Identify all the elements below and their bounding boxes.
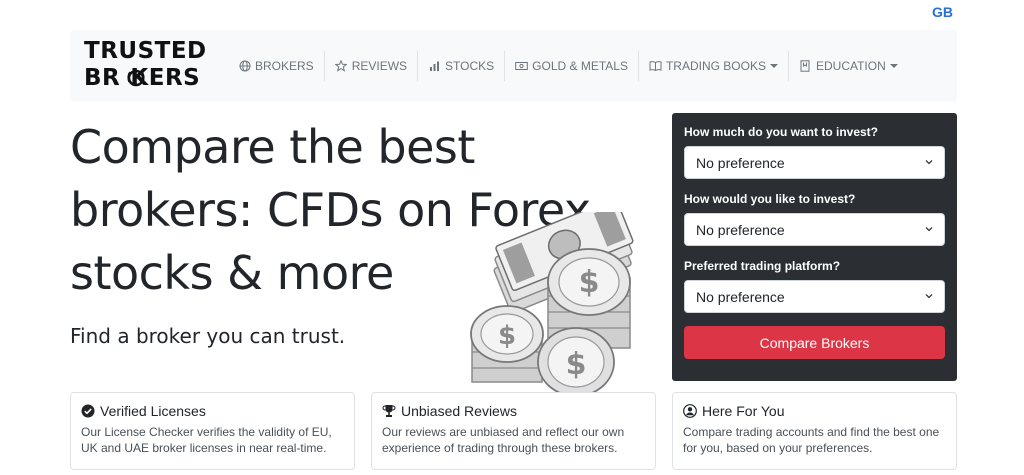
feature-card-unbiased-reviews: Unbiased Reviews Our reviews are unbiase… — [371, 392, 656, 470]
site-logo[interactable]: TRUSTED BR KERS — [82, 30, 232, 102]
nav-item-label: TRADING BOOKS — [665, 59, 766, 73]
hero-subtitle: Find a broker you can trust. — [70, 324, 346, 348]
svg-text:$: $ — [498, 321, 516, 351]
broker-finder-panel: How much do you want to invest? No prefe… — [672, 113, 957, 381]
nav-item-label: STOCKS — [445, 59, 495, 73]
invest-method-label: How would you like to invest? — [684, 192, 856, 206]
feature-title-text: Unbiased Reviews — [401, 403, 517, 419]
nav-item-reviews[interactable]: REVIEWS — [325, 51, 419, 81]
svg-text:$: $ — [579, 265, 600, 300]
nav-item-label: EDUCATION — [815, 59, 886, 73]
banknote-icon — [515, 60, 528, 73]
book-icon — [649, 60, 662, 73]
nav-item-label: BROKERS — [255, 59, 314, 73]
nav-item-label: REVIEWS — [351, 59, 408, 73]
nav-item-education[interactable]: EDUCATION — [789, 51, 908, 81]
nav-menu: BROKERS REVIEWS STOCKS GOLD & METALS TRA… — [228, 30, 908, 102]
select-value: No preference — [696, 155, 785, 171]
chevron-down-icon — [889, 64, 898, 68]
main-navbar: TRUSTED BR KERS BROKERS REVIEWS STOCKS G… — [70, 30, 957, 102]
nav-item-label: GOLD & METALS — [532, 59, 628, 73]
money-stack-illustration: $ $ $ — [470, 212, 634, 397]
feature-title: Verified Licenses — [81, 403, 344, 419]
check-circle-icon — [81, 404, 95, 418]
chevron-down-icon — [925, 294, 933, 299]
bar-chart-icon — [428, 60, 441, 73]
feature-title-text: Here For You — [702, 403, 785, 419]
trading-platform-select[interactable]: No preference — [684, 280, 945, 313]
select-value: No preference — [696, 222, 785, 238]
feature-body: Our reviews are unbiased and reflect our… — [382, 425, 625, 455]
invest-amount-label: How much do you want to invest? — [684, 125, 879, 139]
trophy-icon — [382, 404, 396, 418]
select-value: No preference — [696, 289, 785, 305]
feature-title: Unbiased Reviews — [382, 403, 645, 419]
person-circle-icon — [683, 404, 697, 418]
locale-selector[interactable]: GB — [932, 4, 953, 20]
laurel-icon — [127, 69, 145, 87]
chevron-down-icon — [769, 64, 778, 68]
compare-brokers-button[interactable]: Compare Brokers — [684, 326, 945, 359]
nav-item-brokers[interactable]: BROKERS — [228, 51, 325, 81]
trading-platform-label: Preferred trading platform? — [684, 259, 841, 273]
feature-body: Our License Checker verifies the validit… — [81, 425, 332, 455]
logo-line-1: TRUSTED — [84, 38, 207, 64]
bookmark-icon — [799, 60, 812, 73]
coin-icon: $ — [537, 327, 615, 397]
invest-amount-select[interactable]: No preference — [684, 146, 945, 179]
chevron-down-icon — [925, 227, 933, 232]
globe-icon — [238, 60, 251, 73]
nav-item-stocks[interactable]: STOCKS — [418, 51, 506, 81]
nav-item-trading-books[interactable]: TRADING BOOKS — [639, 51, 789, 81]
chevron-down-icon — [925, 160, 933, 165]
coin-stack-icon: $ — [470, 305, 544, 383]
svg-text:$: $ — [566, 347, 587, 382]
feature-title: Here For You — [683, 403, 946, 419]
feature-body: Compare trading accounts and find the be… — [683, 425, 940, 455]
feature-title-text: Verified Licenses — [100, 403, 206, 419]
feature-card-here-for-you: Here For You Compare trading accounts an… — [672, 392, 957, 470]
feature-card-verified-licenses: Verified Licenses Our License Checker ve… — [70, 392, 355, 470]
hero-title-line: Compare the best — [70, 120, 475, 174]
invest-method-select[interactable]: No preference — [684, 213, 945, 246]
star-icon — [335, 60, 348, 73]
nav-item-gold-metals[interactable]: GOLD & METALS — [505, 51, 639, 81]
